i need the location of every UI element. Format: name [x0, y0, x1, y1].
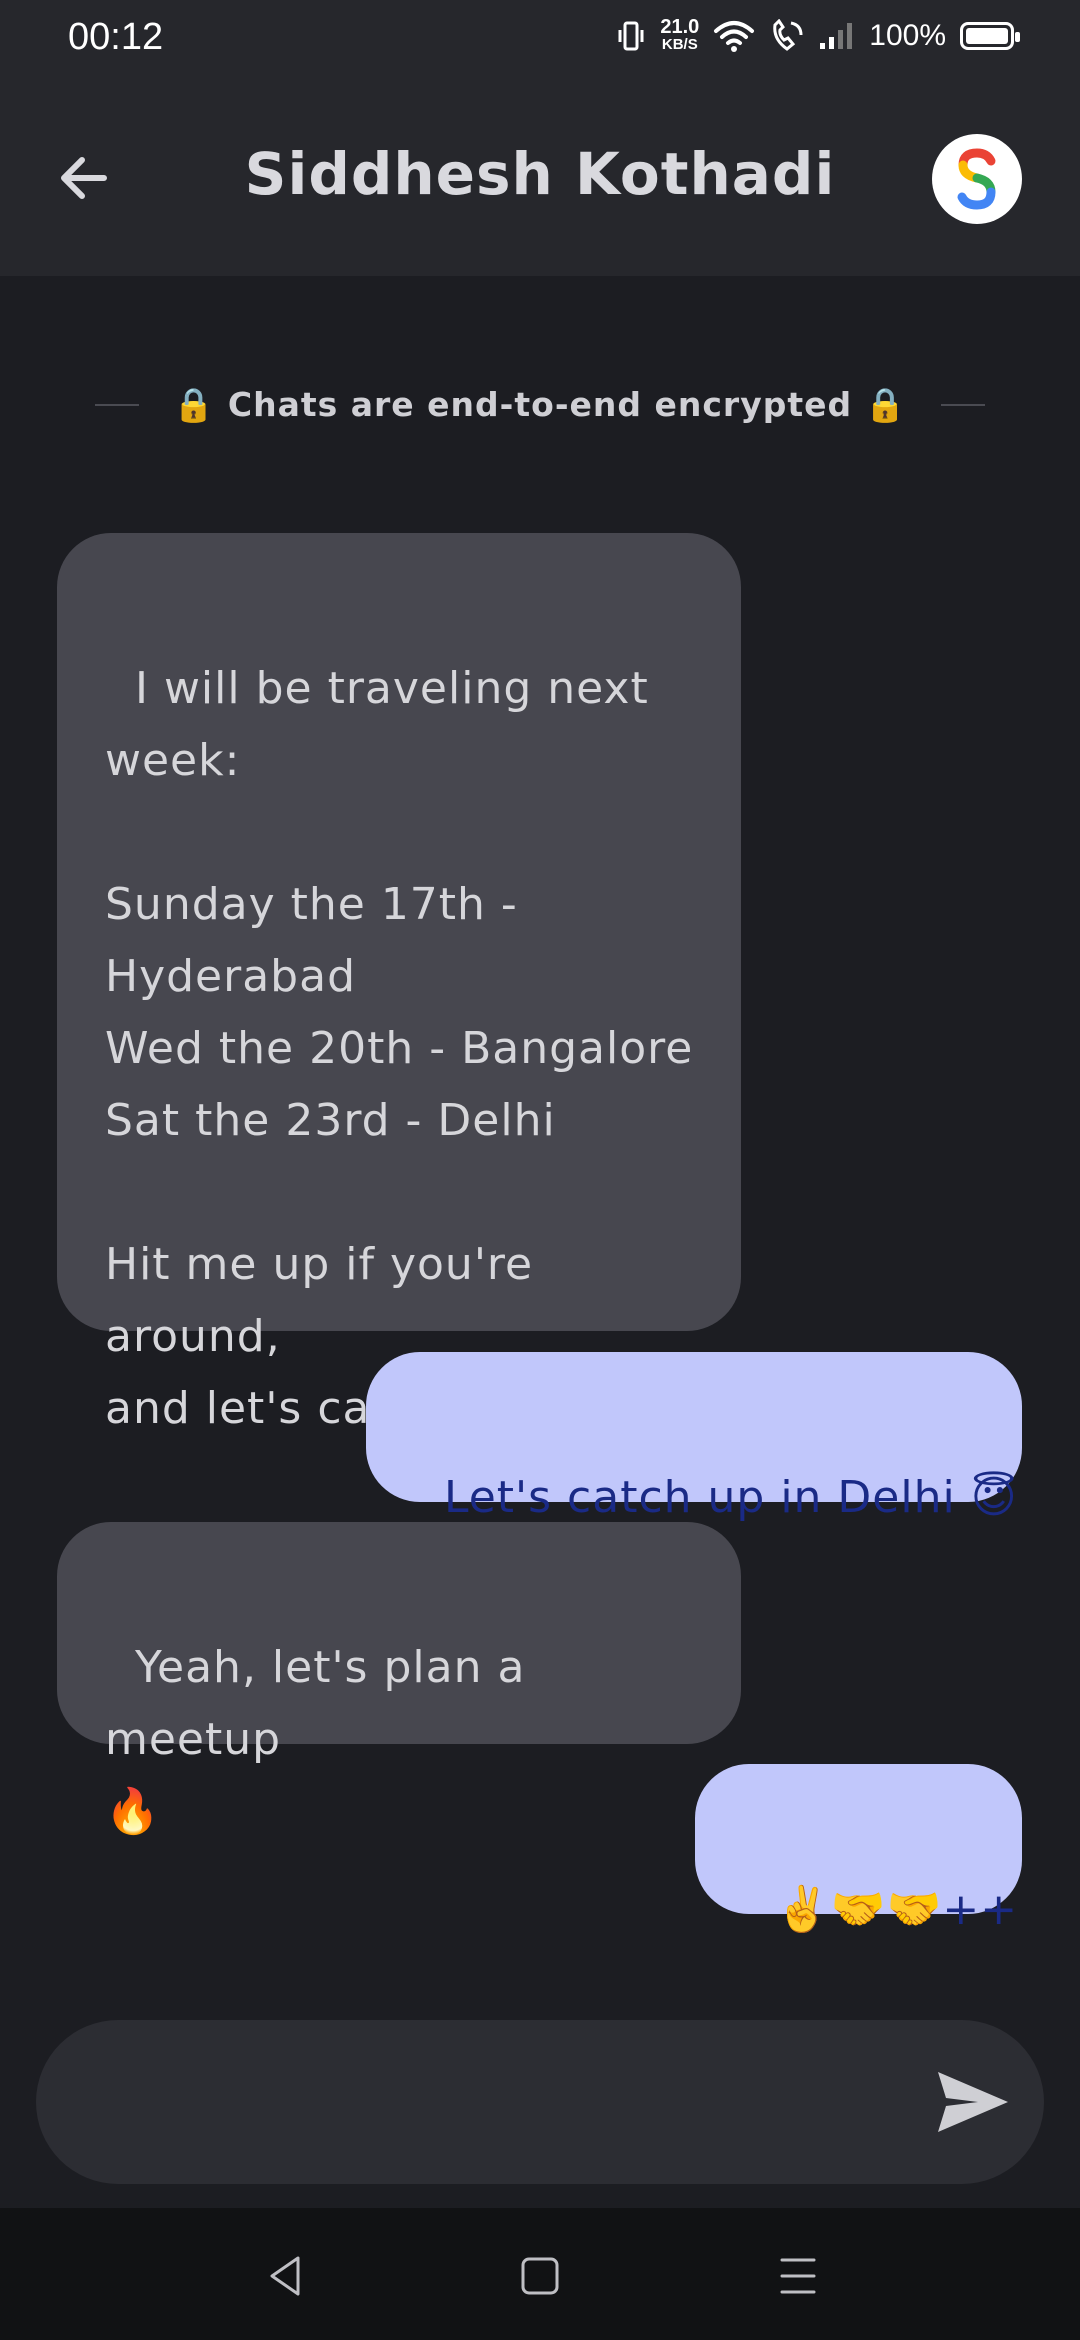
message-text: Yeah, let's plan a meetup 🔥	[105, 1642, 526, 1837]
vibrate-icon	[618, 21, 644, 51]
divider-left	[95, 404, 139, 406]
message-text: Let's catch up in Delhi 😇	[443, 1472, 1018, 1523]
contact-name: Siddhesh Kothadi	[244, 140, 836, 208]
nav-back-icon[interactable]	[262, 2252, 310, 2300]
battery-percent: 100%	[869, 19, 946, 52]
message-composer	[36, 2020, 1044, 2184]
wifi-call-icon	[773, 19, 803, 51]
nav-home-icon[interactable]	[516, 2252, 564, 2300]
avatar[interactable]	[932, 134, 1022, 224]
message-text: ✌️🤝🤝++	[774, 1884, 1019, 1935]
message-text: I will be traveling next week: Sunday th…	[105, 663, 694, 1434]
status-icons: 21.0 KB/S 100%	[616, 16, 1020, 54]
system-nav-bar	[0, 2208, 1080, 2340]
signal-icon	[820, 23, 853, 49]
nav-menu-icon[interactable]	[774, 2252, 822, 2300]
message-bubble-outgoing[interactable]: ✌️🤝🤝++	[695, 1764, 1022, 1935]
status-bar: 00:12 21.0 KB/S 100%	[0, 0, 1080, 82]
message-bubble-incoming[interactable]: Yeah, let's plan a meetup 🔥	[57, 1522, 741, 1837]
status-time: 00:12	[68, 16, 164, 58]
send-button[interactable]	[934, 2066, 1012, 2138]
message-bubble-outgoing[interactable]: Let's catch up in Delhi 😇	[366, 1352, 1022, 1523]
wifi-icon	[714, 21, 755, 52]
net-speed: 21.0 KB/S	[660, 16, 700, 53]
send-icon	[938, 2072, 1008, 2132]
message-bubble-incoming[interactable]: I will be traveling next week: Sunday th…	[57, 533, 741, 1434]
avatar-logo-icon	[957, 148, 996, 210]
encryption-notice: 🔒 Chats are end-to-end encrypted 🔒	[95, 382, 985, 428]
divider-right	[941, 404, 985, 406]
chat-header: Siddhesh Kothadi	[0, 82, 1080, 276]
battery-icon	[960, 22, 1020, 50]
encryption-text: 🔒 Chats are end-to-end encrypted 🔒	[173, 385, 907, 424]
message-input[interactable]	[96, 2060, 900, 2146]
